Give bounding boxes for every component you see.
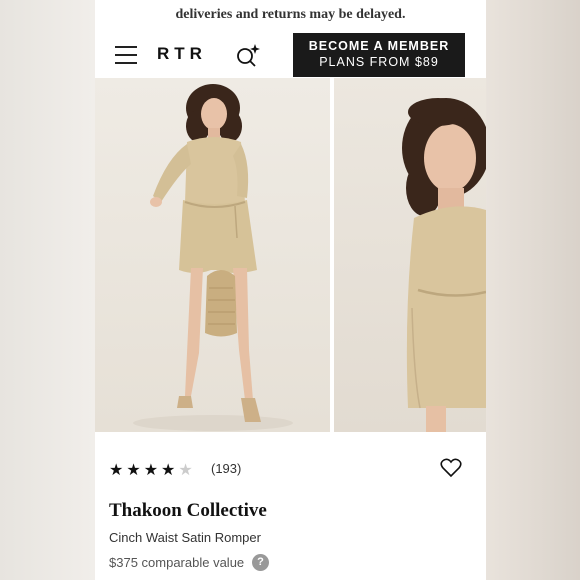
product-photo-closeup[interactable] [334, 78, 486, 432]
product-name: Cinch Waist Satin Romper [109, 530, 261, 545]
cta-title: BECOME A MEMBER [308, 39, 450, 53]
search-sparkle-icon[interactable] [235, 43, 261, 67]
star-icon: ★ [109, 462, 124, 479]
notice-banner-text: deliveries and returns may be delayed. [175, 7, 406, 22]
product-image-carousel[interactable] [95, 78, 486, 432]
become-member-button[interactable]: BECOME A MEMBER PLANS FROM $89 [293, 33, 465, 77]
star-icon: ★ [161, 462, 176, 479]
product-info-panel: ★ ★ ★ ★ ★ (193) Thakoon Collective Cinch Wai… [95, 432, 486, 580]
heart-icon[interactable] [440, 458, 462, 478]
brand-name[interactable]: Thakoon Collective [109, 500, 267, 522]
star-empty-icon: ★ [178, 462, 193, 479]
review-count-link[interactable]: (193) [211, 461, 241, 476]
background-right [485, 0, 580, 580]
app-header: RTR BECOME A MEMBER PLANS FROM $89 [95, 32, 486, 78]
star-icon: ★ [126, 462, 141, 479]
cta-subtitle: PLANS FROM $89 [319, 55, 439, 69]
help-icon[interactable]: ? [252, 554, 269, 571]
background-left [0, 0, 95, 580]
star-rating[interactable]: ★ ★ ★ ★ ★ [109, 460, 196, 480]
notice-banner: deliveries and returns may be delayed. [95, 0, 486, 32]
phone-screen: deliveries and returns may be delayed. R… [95, 0, 486, 580]
logo[interactable]: RTR [157, 44, 207, 64]
hamburger-menu-icon[interactable] [115, 46, 137, 64]
comparable-value: $375 comparable value [109, 555, 245, 570]
star-icon: ★ [143, 462, 159, 479]
product-photo-full-length[interactable] [95, 78, 330, 432]
